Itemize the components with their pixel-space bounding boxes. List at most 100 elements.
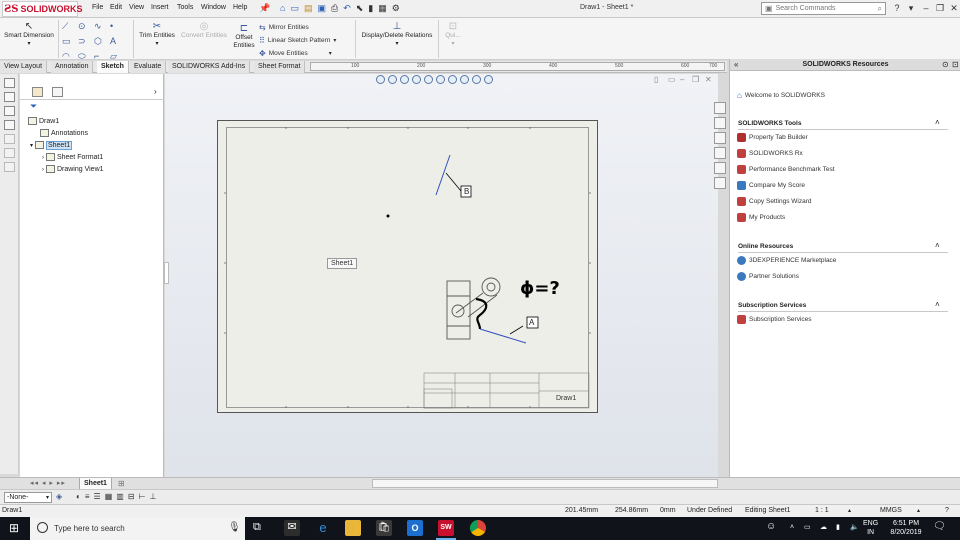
windows-start-icon[interactable]: ⊞ [9, 521, 19, 535]
spline-icon[interactable]: ∿ [94, 21, 110, 32]
tab-sheet-format[interactable]: Sheet Format [254, 61, 306, 73]
tool-link-copy-settings[interactable]: Copy Settings Wizard [737, 197, 812, 206]
save-icon[interactable]: ▣ [317, 3, 326, 14]
online-link-marketplace[interactable]: 3DEXPERIENCE Marketplace [737, 256, 836, 265]
solidworks-logo[interactable]: ƧS SOLIDWORKS [4, 2, 82, 16]
view-tool-icon[interactable] [4, 106, 15, 116]
hide-show-edges-icon[interactable]: ▦ [105, 492, 113, 501]
rectangle-icon[interactable]: ▭ [62, 36, 78, 47]
tab-view-layout[interactable]: View Layout [0, 61, 48, 73]
viewport-icon[interactable]: ▯ [654, 75, 658, 84]
resources-home-icon[interactable] [714, 102, 726, 114]
pin-icon[interactable]: 📌 [259, 3, 270, 14]
tool-link-benchmark[interactable]: Performance Benchmark Test [737, 165, 835, 174]
status-scale[interactable]: 1 : 1 [815, 507, 829, 514]
welcome-link[interactable]: ⌂ Welcome to SOLIDWORKS [737, 91, 825, 100]
status-units[interactable]: MMGS [880, 507, 902, 514]
horizontal-ruler[interactable]: 100 200 300 400 500 600 700 [310, 62, 725, 71]
zoom-to-fit-icon[interactable] [376, 75, 385, 84]
outlook-app-icon[interactable]: O [407, 520, 423, 536]
microphone-icon[interactable]: 🎙 [228, 522, 241, 533]
search-commands-input[interactable]: ▣ Search Commands ⌕ [761, 2, 886, 15]
pin-panel-icon[interactable]: ⊙ [942, 60, 949, 69]
chrome-browser-icon[interactable] [470, 520, 486, 536]
doc-minimize-icon[interactable]: – [680, 75, 684, 84]
section-view-icon[interactable] [412, 75, 421, 84]
dimension-tool-icon[interactable] [4, 92, 15, 102]
tab-evaluate[interactable]: Evaluate [130, 61, 167, 73]
menu-window[interactable]: Window [201, 4, 226, 11]
search-icon[interactable]: ⌕ [878, 4, 882, 14]
point-icon[interactable]: • [110, 21, 126, 32]
edge-browser-icon[interactable]: e [315, 520, 331, 536]
custom-properties-icon[interactable] [714, 177, 726, 189]
filter-icon[interactable]: ⏷ [30, 101, 37, 112]
sheet-nav-arrows-icon[interactable]: ◂◂ ◂ ▸ ▸▸ [30, 479, 66, 487]
collapse-section-icon[interactable]: ˄ [935, 118, 940, 127]
expand-arrow-icon[interactable]: › [42, 167, 44, 173]
store-app-icon[interactable]: 🛍 [376, 520, 392, 536]
file-explorer-icon[interactable] [714, 132, 726, 144]
expand-arrow-icon[interactable]: › [42, 155, 44, 161]
tab-solidworks-add-ins[interactable]: SOLIDWORKS Add-Ins [168, 61, 251, 73]
panel-options-icon[interactable]: ⊡ [952, 60, 959, 69]
taskbar-search-input[interactable]: Type here to search 🎙 [30, 517, 245, 540]
people-icon[interactable]: ☺ [766, 522, 776, 532]
network-icon[interactable]: ▭ [804, 523, 811, 532]
horizontal-scrollbar[interactable] [372, 479, 718, 488]
tab-sketch[interactable]: Sketch [97, 61, 129, 73]
help-icon[interactable]: ? [891, 2, 903, 14]
disabled-tool-icon[interactable] [4, 162, 15, 172]
collapse-panel-icon[interactable]: « [734, 60, 738, 69]
zoom-to-area-icon[interactable] [388, 75, 397, 84]
line-style-icon[interactable]: ☰ [94, 492, 101, 501]
options-icon[interactable]: ⚙ [392, 3, 400, 14]
tree-item-draw1[interactable]: Draw1 [28, 117, 59, 125]
display-delete-relations-button[interactable]: ⊥ Display/Delete Relations ▾ [358, 21, 436, 48]
polygon-icon[interactable]: ⬡ [94, 36, 110, 47]
title-block[interactable] [423, 372, 590, 409]
drawing-sheet[interactable]: B A ϕ=? Draw1 [217, 120, 598, 413]
volume-icon[interactable]: 🔈 [850, 523, 859, 532]
hide-show-items-icon[interactable] [448, 75, 457, 84]
sketch-tool-icon[interactable] [4, 78, 15, 88]
subscription-link[interactable]: Subscription Services [737, 315, 812, 324]
doc-close-icon[interactable]: ✕ [705, 75, 712, 84]
line-thickness-icon[interactable]: ≡ [85, 492, 90, 501]
file-explorer-app-icon[interactable] [345, 520, 361, 536]
appearances-icon[interactable] [714, 162, 726, 174]
units-dropdown-icon[interactable]: ▴ [917, 507, 920, 514]
file-properties-icon[interactable]: ▦ [378, 3, 387, 14]
disabled-tool-icon[interactable] [4, 148, 15, 158]
dimension-style-icon[interactable]: ⊢ [139, 492, 146, 501]
battery-icon[interactable]: ▮ [836, 523, 840, 532]
view-settings-icon[interactable] [484, 75, 493, 84]
tool-link-solidworks-rx[interactable]: SOLIDWORKS Rx [737, 149, 803, 158]
circle-icon[interactable]: ⊙ [78, 21, 94, 32]
layer-tool-icon[interactable] [4, 120, 15, 130]
tool-link-compare-score[interactable]: Compare My Score [737, 181, 805, 190]
home-icon[interactable]: ⌂ [280, 3, 285, 14]
undo-icon[interactable]: ↶ [343, 3, 351, 14]
tree-item-sheet-format1[interactable]: › Sheet Format1 [42, 153, 103, 161]
split-view-icon[interactable]: ▭ [668, 75, 676, 84]
menu-tools[interactable]: Tools [177, 4, 193, 11]
sketch-canvas[interactable] [218, 121, 599, 414]
menu-help[interactable]: Help [233, 4, 247, 11]
tree-item-sheet1[interactable]: ▾ Sheet1 [30, 140, 73, 150]
notifications-icon[interactable]: 🗨 [933, 522, 946, 532]
design-library-icon[interactable] [714, 117, 726, 129]
tab-annotation[interactable]: Annotation [51, 61, 94, 73]
collapse-section-icon[interactable]: ˄ [935, 300, 940, 309]
close-icon[interactable]: ✕ [948, 2, 960, 14]
menu-view[interactable]: View [129, 4, 144, 11]
view-palette-icon[interactable] [714, 147, 726, 159]
task-view-icon[interactable]: ⧉ [253, 521, 261, 534]
menu-arrow-icon[interactable]: ▾ [905, 2, 917, 14]
layer-icon[interactable]: ⊟ [128, 492, 135, 501]
add-sheet-icon[interactable]: ⊞ [118, 479, 125, 488]
slot-icon[interactable]: ⊃ [78, 36, 94, 47]
line-icon[interactable]: ⟋ [62, 21, 78, 32]
line-color-icon[interactable]: ◐ [76, 492, 81, 501]
drawing-view-part[interactable] [446, 277, 501, 340]
